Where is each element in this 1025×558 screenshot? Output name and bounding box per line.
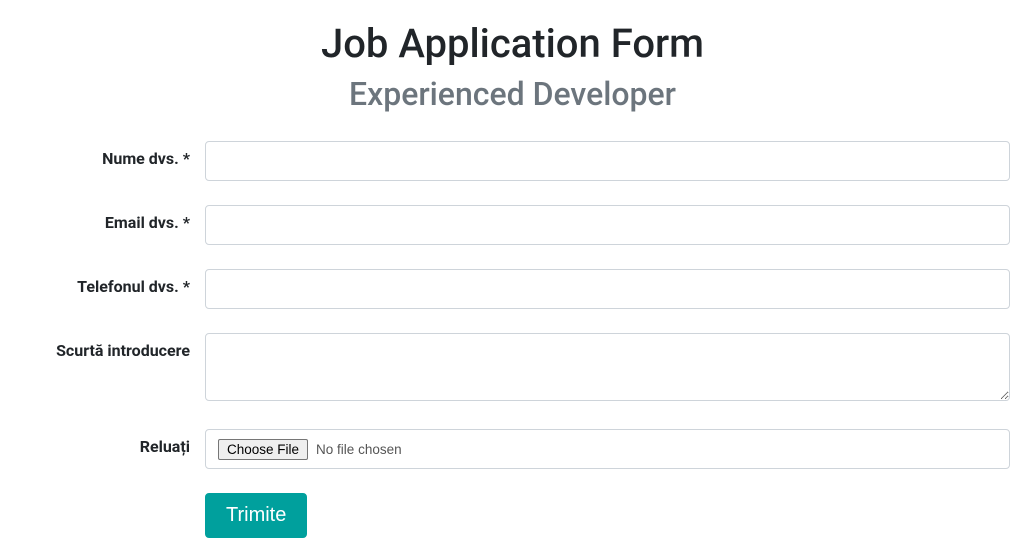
resume-label: Reluați — [15, 429, 205, 456]
email-input[interactable] — [205, 205, 1010, 245]
submit-button[interactable]: Trimite — [205, 493, 307, 538]
page-title: Job Application Form — [15, 20, 1010, 67]
choose-file-button[interactable]: Choose File — [218, 439, 308, 460]
email-label: Email dvs. * — [15, 205, 205, 232]
intro-label: Scurtă introducere — [15, 333, 205, 360]
intro-textarea[interactable] — [205, 333, 1010, 401]
resume-file-input[interactable]: Choose File No file chosen — [205, 429, 1010, 469]
phone-label: Telefonul dvs. * — [15, 269, 205, 296]
name-input[interactable] — [205, 141, 1010, 181]
phone-input[interactable] — [205, 269, 1010, 309]
application-form: Nume dvs. * Email dvs. * Telefonul dvs. … — [15, 141, 1010, 538]
file-chosen-status: No file chosen — [316, 442, 402, 457]
name-label: Nume dvs. * — [15, 141, 205, 168]
page-subtitle: Experienced Developer — [15, 75, 1010, 113]
